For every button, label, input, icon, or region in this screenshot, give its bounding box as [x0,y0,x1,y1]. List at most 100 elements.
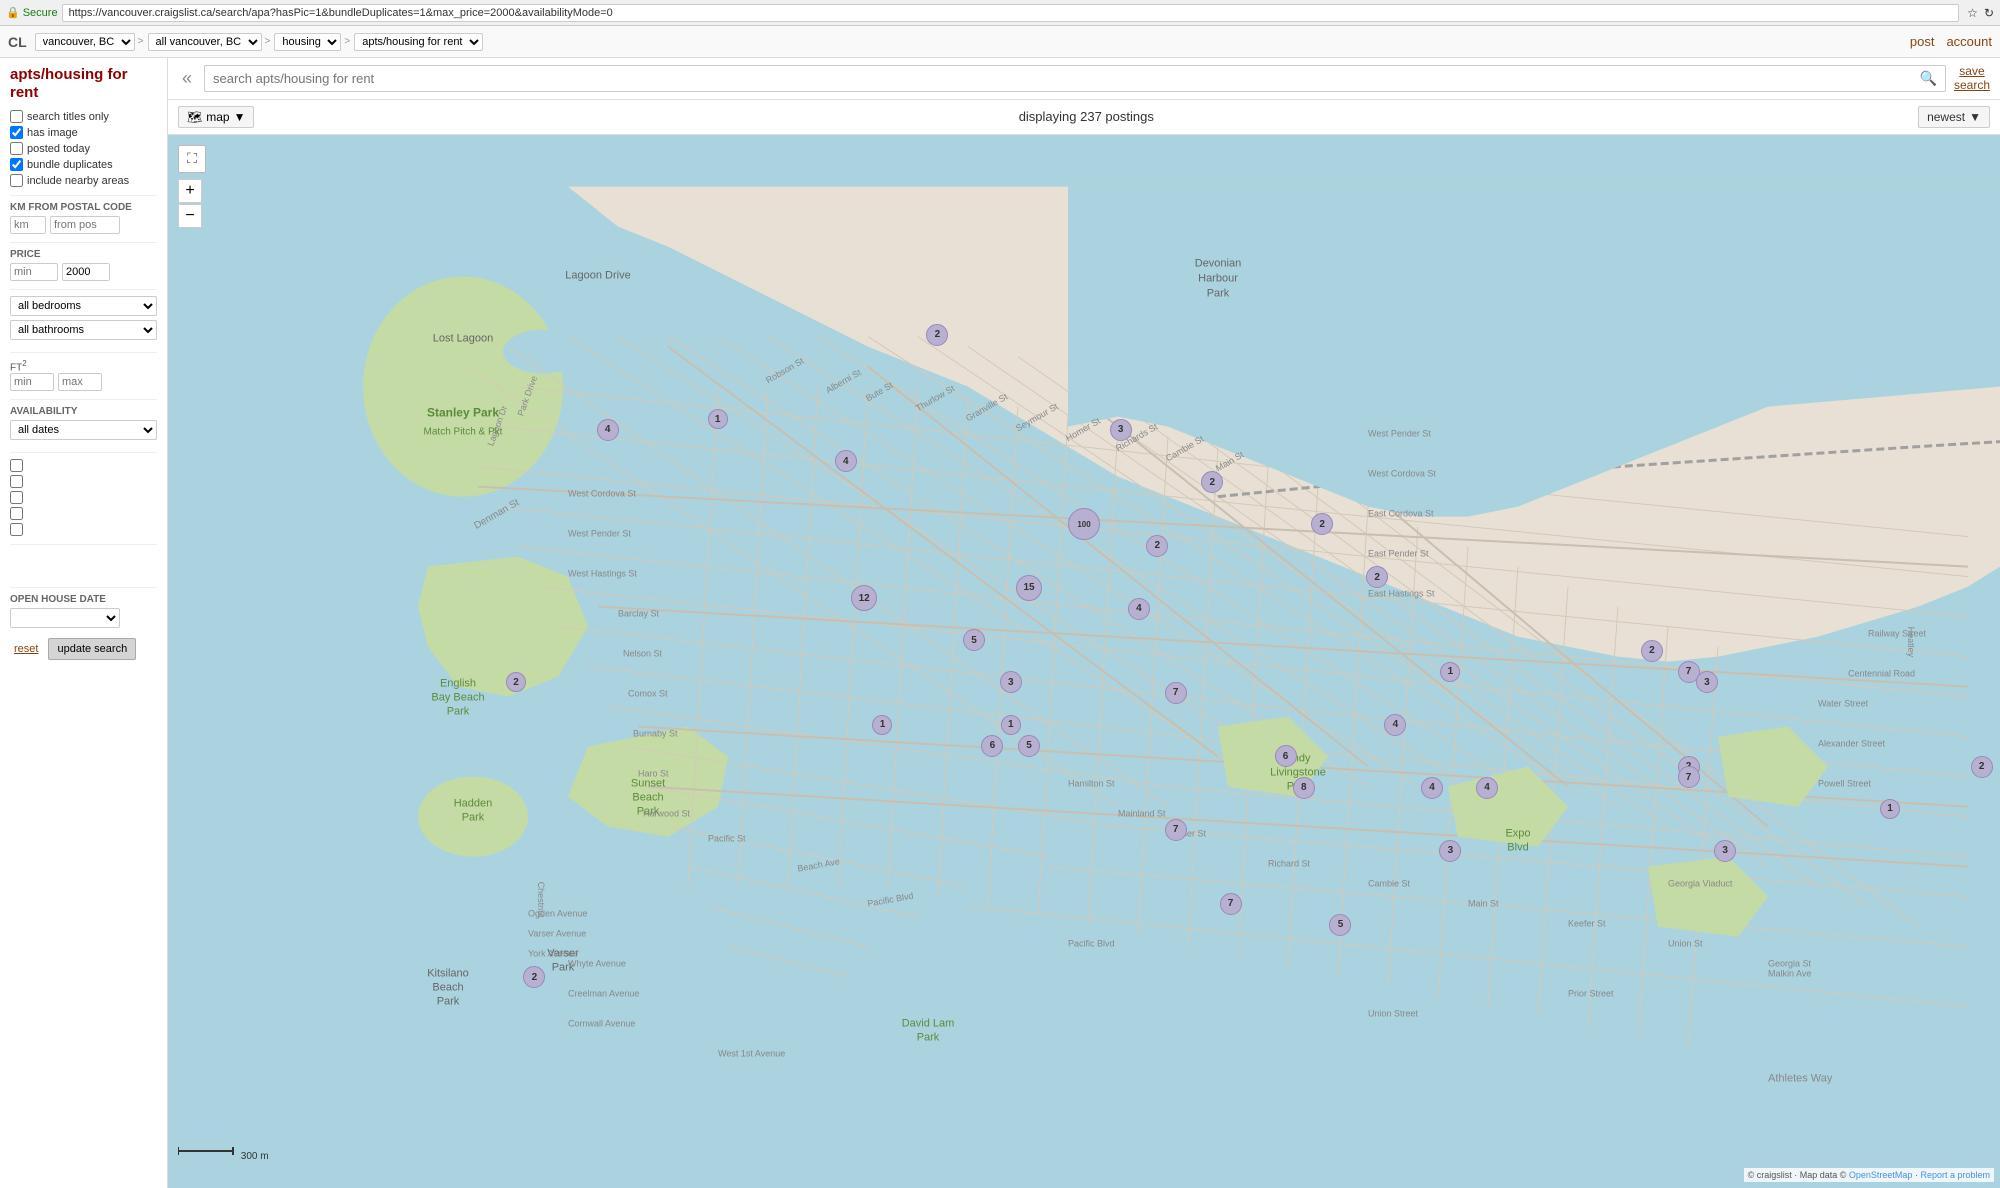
cluster-marker[interactable]: 4 [1384,714,1406,736]
cluster-marker[interactable]: 2 [926,324,948,346]
category-select[interactable]: housing [274,33,341,51]
no-smoking-row [10,507,157,520]
cluster-marker[interactable]: 5 [1018,735,1040,757]
cluster-marker[interactable]: 4 [1128,598,1150,620]
bathrooms-select[interactable]: all bathrooms [10,320,157,340]
svg-text:East Pender St: East Pender St [1368,548,1429,558]
has-image-checkbox[interactable] [10,126,23,139]
cluster-marker[interactable]: 6 [1275,745,1297,767]
subcategory-select[interactable]: apts/housing for rent [354,33,483,51]
cluster-marker[interactable]: 100 [1068,508,1100,540]
availability-select[interactable]: all dates [10,420,157,440]
secure-label: Secure [23,7,58,19]
search-button[interactable]: 🔍 [1912,66,1945,91]
cluster-marker[interactable]: 2 [1641,640,1663,662]
open-house-select[interactable] [10,608,120,628]
km-input[interactable] [10,216,46,234]
star-icon[interactable]: ☆ [1967,6,1978,20]
cluster-marker[interactable]: 3 [1110,419,1132,441]
map-view-button[interactable]: 🗺 map ▼ [178,106,254,128]
cluster-marker[interactable]: 3 [1714,840,1736,862]
svg-text:Park: Park [1207,287,1230,299]
map-attribution: © craigslist · Map data © OpenStreetMap … [1744,1168,1994,1182]
bedrooms-section: all bedrooms all bathrooms [10,296,157,344]
postal-input[interactable] [50,216,120,234]
map-container[interactable]: Lost Lagoon Stanley Park Match Pitch & P… [168,135,2000,1188]
cluster-marker[interactable]: 15 [1016,575,1042,601]
sync-icon[interactable]: ↻ [1984,6,1994,20]
cluster-marker[interactable]: 1 [872,715,892,735]
url-bar[interactable] [62,4,1960,22]
svg-text:York Avenue: York Avenue [528,948,578,958]
cluster-marker[interactable]: 3 [1000,671,1022,693]
svg-text:Sunset: Sunset [631,777,665,789]
cluster-marker[interactable]: 1 [1440,662,1460,682]
cluster-marker[interactable]: 1 [708,409,728,429]
cluster-marker[interactable]: 5 [1329,914,1351,936]
cluster-marker[interactable]: 3 [1696,671,1718,693]
cats-ok-checkbox[interactable] [10,459,23,472]
search-input[interactable] [205,67,1912,90]
report-problem-link[interactable]: Report a problem [1920,1170,1990,1180]
account-link[interactable]: account [1946,34,1992,49]
price-min-input[interactable] [10,263,58,281]
ft2-max-input[interactable] [58,373,102,391]
openstreetmap-link[interactable]: OpenStreetMap [1849,1170,1913,1180]
cluster-marker[interactable]: 2 [1366,566,1388,588]
search-titles-checkbox[interactable] [10,110,23,123]
update-search-button[interactable]: update search [48,638,136,660]
cluster-marker[interactable]: 2 [1971,756,1993,778]
ft2-min-input[interactable] [10,373,54,391]
wheelchair-checkbox[interactable] [10,523,23,536]
nav-right: post account [1910,34,1992,49]
zoom-out-button[interactable]: − [178,204,202,228]
cluster-marker[interactable]: 2 [1201,471,1223,493]
cluster-marker[interactable]: 2 [506,672,526,692]
cluster-marker[interactable]: 5 [963,629,985,651]
cluster-marker[interactable]: 4 [835,450,857,472]
cluster-marker[interactable]: 1 [1880,799,1900,819]
svg-text:Park: Park [462,811,485,823]
cluster-marker[interactable]: 4 [1476,777,1498,799]
cluster-marker[interactable]: 1 [1001,715,1021,735]
svg-text:Cornwall Avenue: Cornwall Avenue [568,1018,635,1028]
location-select[interactable]: vancouver, BC [35,33,135,51]
post-link[interactable]: post [1910,34,1935,49]
collapse-button[interactable]: « [178,68,196,89]
reset-button[interactable]: reset [10,638,42,660]
sort-select[interactable]: newest ▼ [1918,106,1990,128]
browser-icons: ☆ ↻ [1967,6,1994,20]
furnished-checkbox[interactable] [10,491,23,504]
fullscreen-button[interactable]: ⛶ [178,145,206,173]
cluster-marker[interactable]: 8 [1293,777,1315,799]
include-nearby-checkbox[interactable] [10,174,23,187]
cluster-marker[interactable]: 7 [1165,819,1187,841]
map-dropdown-icon: ▼ [234,110,246,124]
dogs-ok-checkbox[interactable] [10,475,23,488]
svg-text:Pacific St: Pacific St [708,833,746,843]
posted-today-checkbox[interactable] [10,142,23,155]
save-search-button[interactable]: save search [1954,64,1990,93]
bundle-duplicates-checkbox[interactable] [10,158,23,171]
cluster-marker[interactable]: 12 [851,585,877,611]
map-scale: 300 m [178,1143,269,1162]
km-section: KM FROM POSTAL CODE [10,202,157,234]
cluster-marker[interactable]: 7 [1678,766,1700,788]
cluster-marker[interactable]: 4 [597,419,619,441]
cluster-marker[interactable]: 2 [523,966,545,988]
price-max-input[interactable] [62,263,110,281]
cluster-marker[interactable]: 4 [1421,777,1443,799]
cluster-marker[interactable]: 7 [1165,682,1187,704]
cluster-marker[interactable]: 2 [1146,535,1168,557]
cluster-marker[interactable]: 7 [1220,893,1242,915]
svg-text:Georgia St: Georgia St [1768,958,1812,968]
zoom-in-button[interactable]: + [178,179,202,203]
cluster-marker[interactable]: 6 [981,735,1003,757]
svg-text:Hamilton St: Hamilton St [1068,778,1115,788]
bedrooms-select[interactable]: all bedrooms [10,296,157,316]
no-smoking-checkbox[interactable] [10,507,23,520]
cluster-marker[interactable]: 3 [1439,840,1461,862]
cluster-marker[interactable]: 2 [1311,513,1333,535]
area-select[interactable]: all vancouver, BC [148,33,262,51]
svg-text:Water Street: Water Street [1818,698,1869,708]
